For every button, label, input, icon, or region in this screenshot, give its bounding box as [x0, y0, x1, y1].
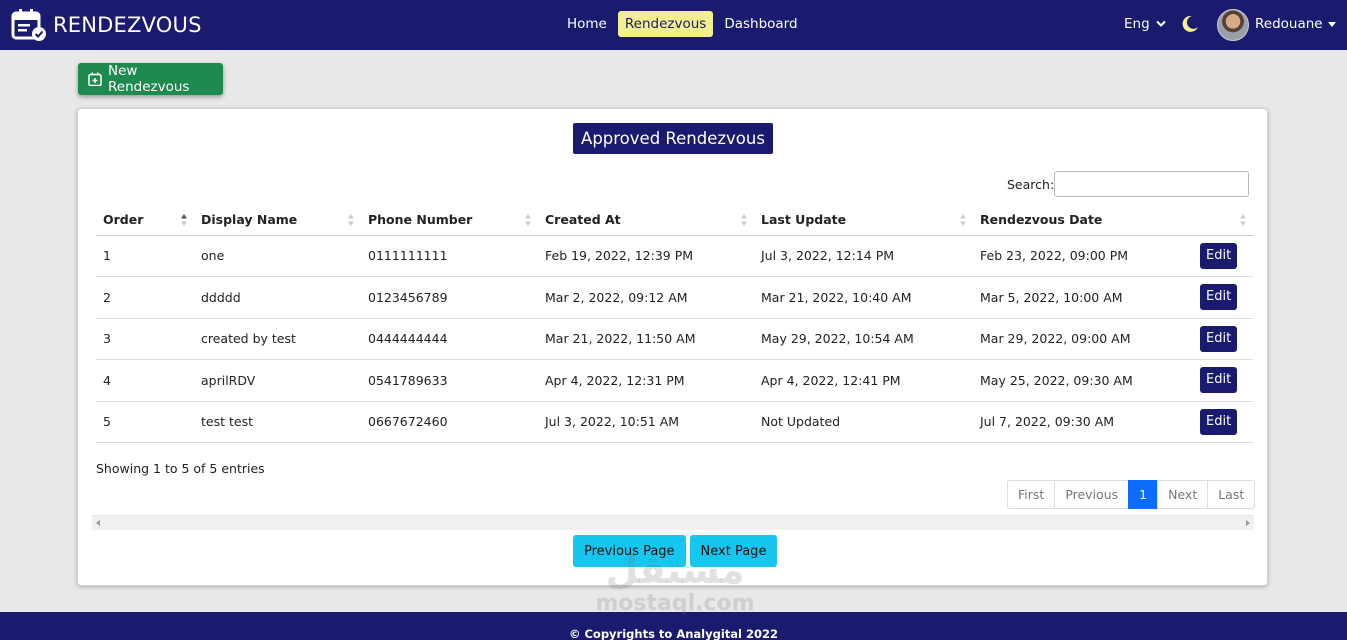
- col-created-at[interactable]: Created At: [538, 205, 754, 236]
- cell-created: Jul 3, 2022, 10:51 AM: [538, 401, 754, 443]
- col-display-name[interactable]: Display Name: [194, 205, 361, 236]
- col-last-update[interactable]: Last Update: [754, 205, 973, 236]
- cell-order: 2: [96, 276, 194, 319]
- new-rendezvous-label: New Rendezvous: [107, 63, 190, 95]
- cell-updated: May 29, 2022, 10:54 AM: [754, 318, 973, 360]
- table-row: 5 test test 0667672460 Jul 3, 2022, 10:5…: [96, 401, 1253, 443]
- language-label: Eng: [1124, 16, 1150, 32]
- sort-icon: [348, 214, 354, 226]
- sort-icon: [960, 214, 966, 226]
- cell-phone: 0111111111: [361, 235, 538, 277]
- brand-name: RENDEZVOUS: [53, 13, 202, 37]
- chevron-down-icon: [1155, 20, 1166, 27]
- cell-name: ddddd: [194, 276, 361, 319]
- page-last[interactable]: Last: [1207, 480, 1256, 509]
- scroll-left-icon[interactable]: [96, 520, 100, 526]
- cell-action: Edit: [1193, 401, 1253, 443]
- table-header-row: Order Display Name Phone Number Created …: [96, 205, 1253, 236]
- sort-icon: [1240, 214, 1246, 226]
- footer: © Copyrights to Analygital 2022: [0, 612, 1347, 640]
- search-label: Search:: [1007, 177, 1055, 192]
- horizontal-scrollbar[interactable]: [92, 515, 1254, 530]
- cell-action: Edit: [1193, 276, 1253, 319]
- cell-order: 1: [96, 235, 194, 277]
- cell-date: Jul 7, 2022, 09:30 AM: [973, 401, 1193, 443]
- page-next[interactable]: Next: [1157, 480, 1209, 509]
- col-phone-number[interactable]: Phone Number: [361, 205, 538, 236]
- moon-icon[interactable]: [1181, 15, 1199, 33]
- nav-dashboard[interactable]: Dashboard: [717, 11, 804, 37]
- edit-button[interactable]: Edit: [1200, 408, 1238, 435]
- cell-name: aprilRDV: [194, 359, 361, 402]
- rendezvous-table: Order Display Name Phone Number Created …: [96, 205, 1253, 443]
- cell-date: May 25, 2022, 09:30 AM: [973, 359, 1193, 402]
- main-nav: Home Rendezvous Dashboard: [560, 11, 809, 37]
- cell-action: Edit: [1193, 359, 1253, 402]
- edit-button[interactable]: Edit: [1200, 325, 1238, 352]
- cell-updated: Not Updated: [754, 401, 973, 443]
- cell-date: Mar 29, 2022, 09:00 AM: [973, 318, 1193, 360]
- sort-icon: [525, 214, 531, 226]
- cell-updated: Jul 3, 2022, 12:14 PM: [754, 235, 973, 277]
- cell-name: created by test: [194, 318, 361, 360]
- cell-action: Edit: [1193, 318, 1253, 360]
- cell-updated: Mar 21, 2022, 10:40 AM: [754, 276, 973, 319]
- rendezvous-card: Approved Rendezvous Search: Order Displa…: [77, 108, 1268, 586]
- calendar-plus-icon: [88, 72, 102, 86]
- user-name: Redouane: [1255, 16, 1323, 32]
- cell-updated: Apr 4, 2022, 12:41 PM: [754, 359, 973, 402]
- page-first[interactable]: First: [1007, 480, 1056, 509]
- caret-down-icon: [1327, 21, 1336, 27]
- avatar[interactable]: [1217, 9, 1249, 41]
- table-row: 4 aprilRDV 0541789633 Apr 4, 2022, 12:31…: [96, 359, 1253, 402]
- cell-date: Feb 23, 2022, 09:00 PM: [973, 235, 1193, 277]
- search-input[interactable]: [1054, 171, 1249, 197]
- cell-name: test test: [194, 401, 361, 443]
- edit-button[interactable]: Edit: [1200, 284, 1238, 311]
- next-page-button[interactable]: Next Page: [689, 535, 778, 567]
- scroll-right-icon[interactable]: [1246, 520, 1250, 526]
- cell-action: Edit: [1193, 235, 1253, 277]
- edit-button[interactable]: Edit: [1200, 242, 1238, 269]
- table-info: Showing 1 to 5 of 5 entries: [96, 461, 265, 476]
- cell-created: Mar 2, 2022, 09:12 AM: [538, 276, 754, 319]
- sort-icon: [741, 214, 747, 226]
- cell-name: one: [194, 235, 361, 277]
- table-row: 3 created by test 0444444444 Mar 21, 202…: [96, 318, 1253, 360]
- cell-date: Mar 5, 2022, 10:00 AM: [973, 276, 1193, 319]
- cell-created: Feb 19, 2022, 12:39 PM: [538, 235, 754, 277]
- new-rendezvous-button[interactable]: New Rendezvous: [78, 63, 223, 95]
- col-actions[interactable]: [1193, 205, 1253, 236]
- cell-order: 3: [96, 318, 194, 360]
- table-row: 1 one 0111111111 Feb 19, 2022, 12:39 PM …: [96, 235, 1253, 277]
- nav-rendezvous[interactable]: Rendezvous: [617, 11, 714, 37]
- language-selector[interactable]: Eng: [1124, 16, 1166, 32]
- sort-asc-icon: [181, 214, 187, 226]
- pagination: First Previous 1 Next Last: [1007, 480, 1256, 509]
- col-rendezvous-date[interactable]: Rendezvous Date: [973, 205, 1193, 236]
- nav-home[interactable]: Home: [560, 11, 614, 37]
- card-title: Approved Rendezvous: [573, 123, 773, 154]
- cell-phone: 0667672460: [361, 401, 538, 443]
- page-navigation: Previous Page Next Page: [573, 535, 781, 567]
- previous-page-button[interactable]: Previous Page: [573, 535, 686, 567]
- cell-phone: 0444444444: [361, 318, 538, 360]
- user-menu[interactable]: Redouane: [1255, 16, 1336, 32]
- brand[interactable]: RENDEZVOUS: [11, 8, 202, 42]
- page-previous[interactable]: Previous: [1054, 480, 1130, 509]
- calendar-check-icon: [11, 9, 46, 41]
- cell-created: Mar 21, 2022, 11:50 AM: [538, 318, 754, 360]
- copyright-text: © Copyrights to Analygital 2022: [568, 627, 779, 640]
- top-navbar: RENDEZVOUS Home Rendezvous Dashboard Eng…: [0, 0, 1347, 50]
- cell-order: 5: [96, 401, 194, 443]
- page-number-current[interactable]: 1: [1128, 480, 1159, 509]
- edit-button[interactable]: Edit: [1200, 367, 1238, 394]
- cell-order: 4: [96, 359, 194, 402]
- cell-created: Apr 4, 2022, 12:31 PM: [538, 359, 754, 402]
- table-row: 2 ddddd 0123456789 Mar 2, 2022, 09:12 AM…: [96, 276, 1253, 319]
- cell-phone: 0123456789: [361, 276, 538, 319]
- col-order[interactable]: Order: [96, 205, 194, 236]
- cell-phone: 0541789633: [361, 359, 538, 402]
